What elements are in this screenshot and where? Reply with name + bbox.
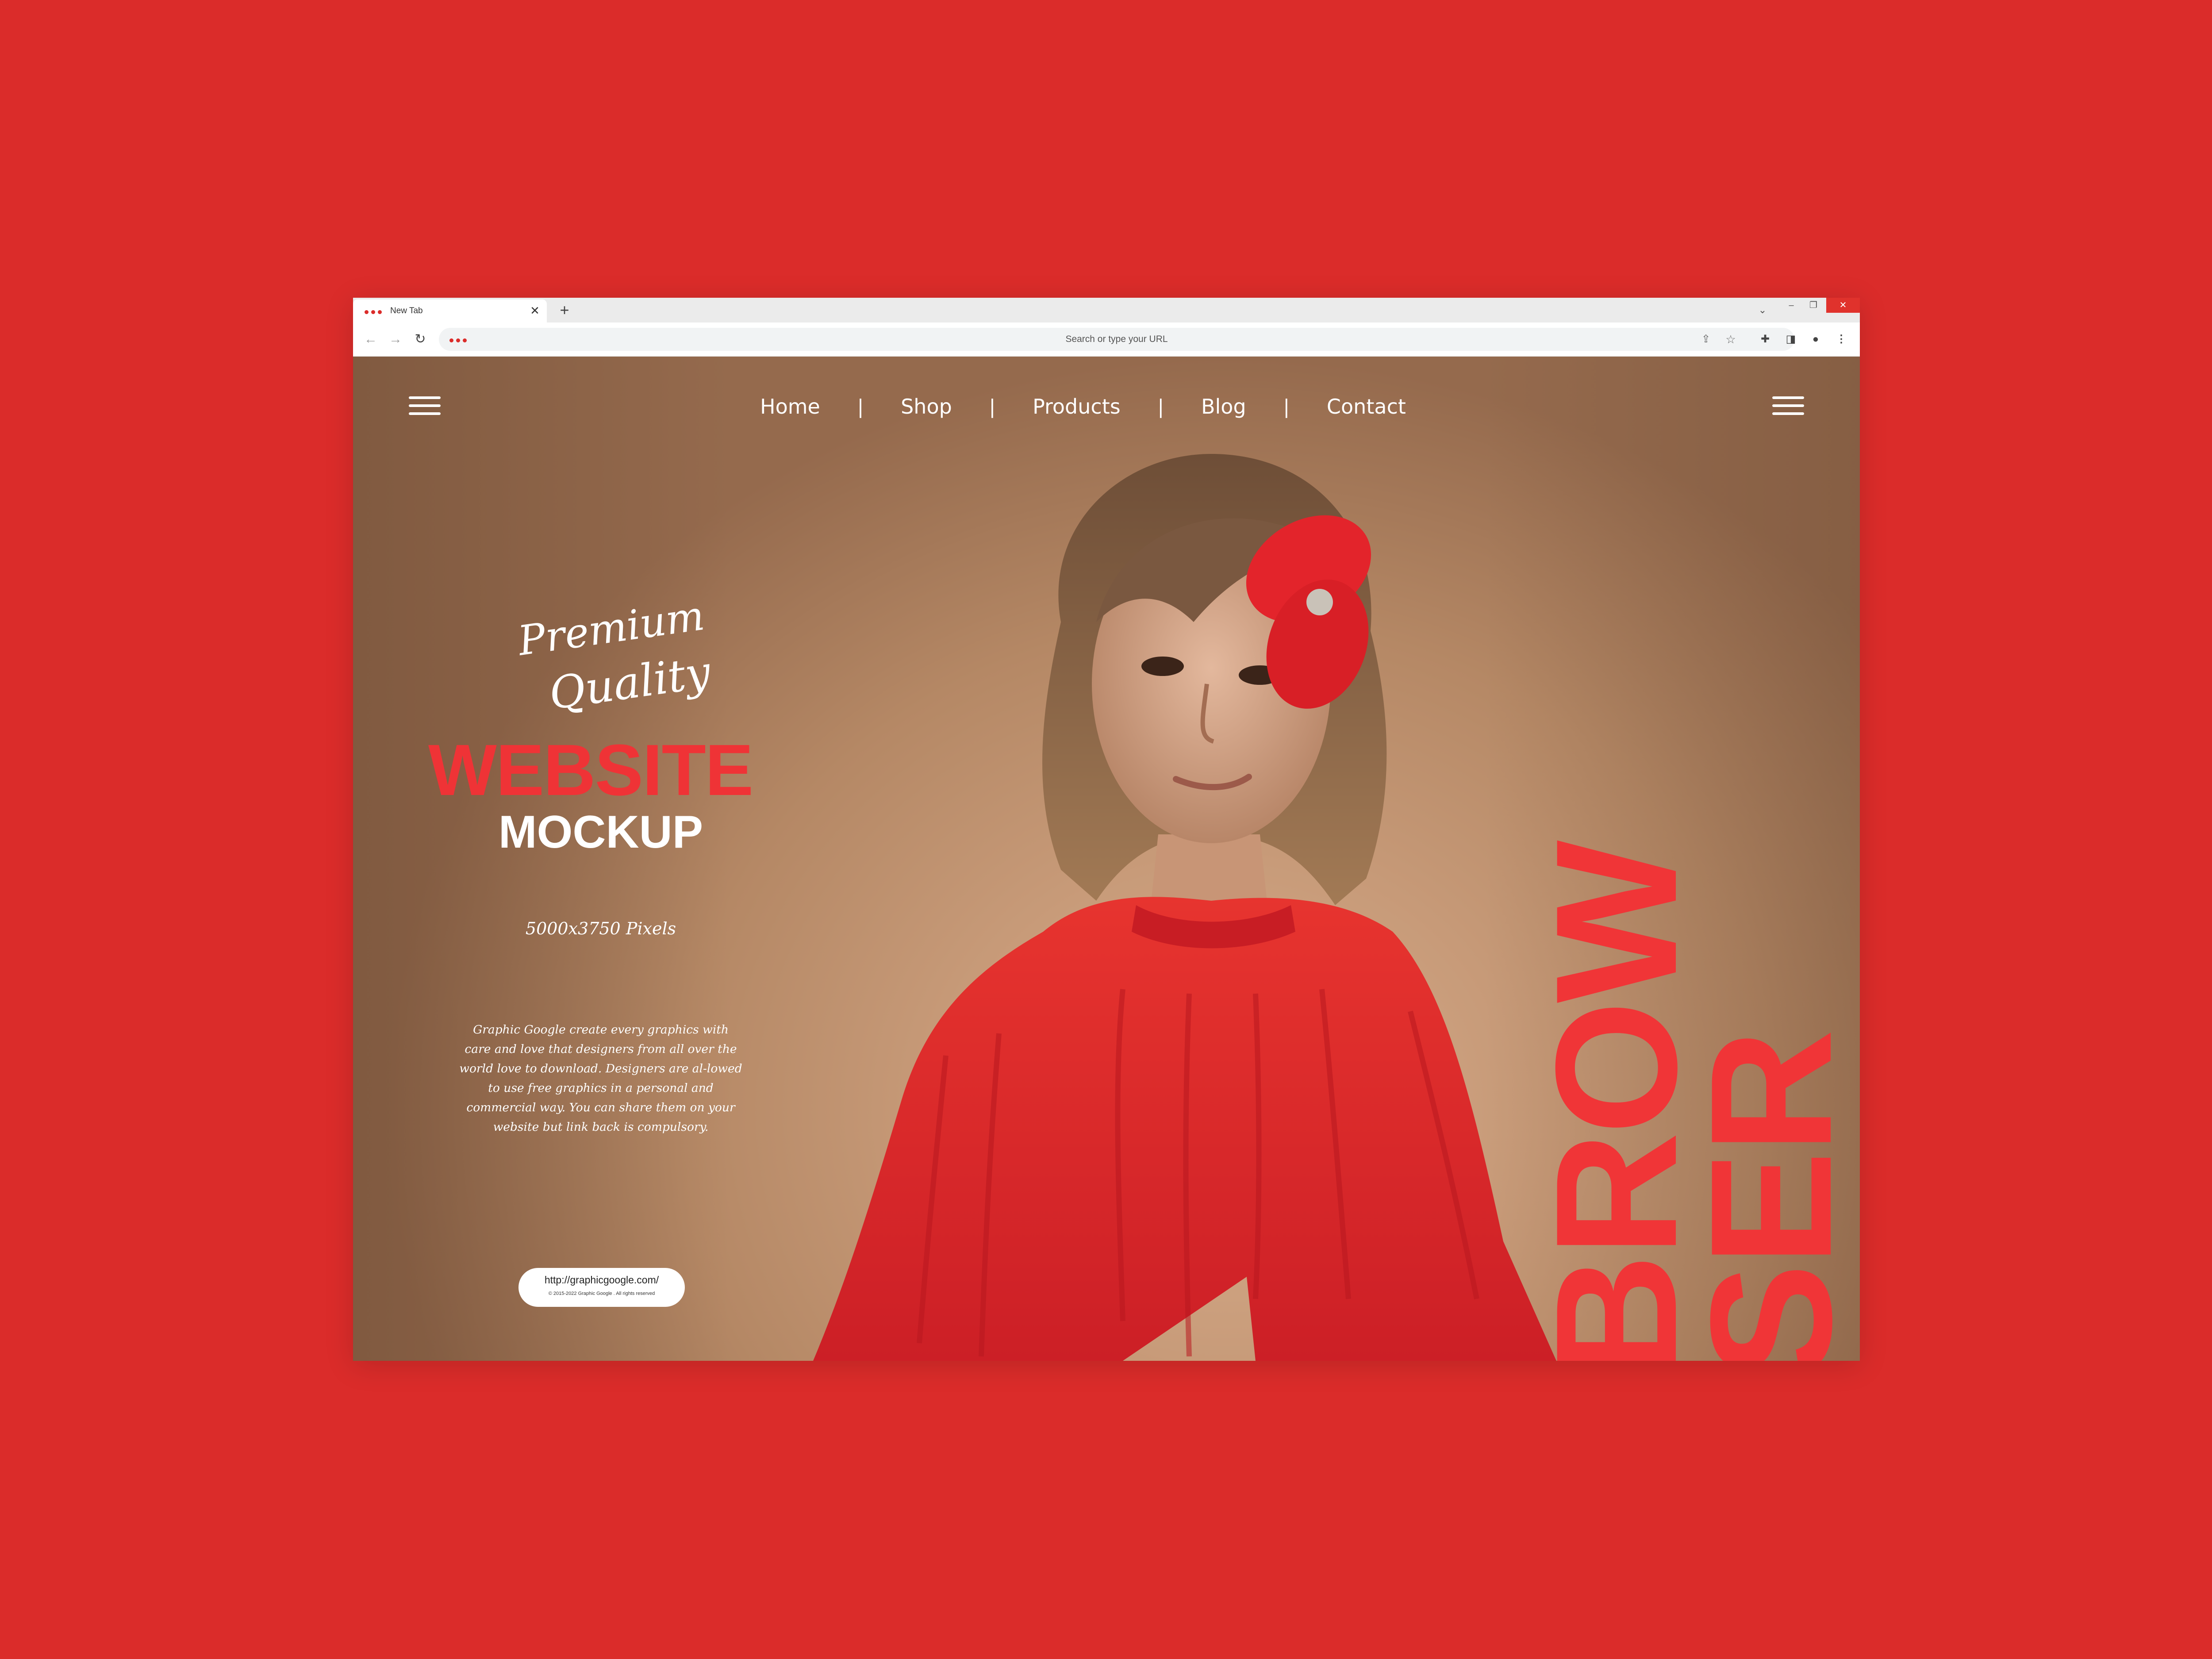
menu-icon-left[interactable]	[409, 394, 441, 418]
browser-window: New Tab ✕ + ⌄ – ❐ ✕ ← → ↻ Search or type…	[353, 298, 1860, 1361]
share-icon[interactable]: ⇪	[1699, 332, 1713, 346]
forward-icon[interactable]: →	[387, 330, 404, 348]
back-icon[interactable]: ←	[362, 330, 380, 348]
minimize-button[interactable]: –	[1780, 298, 1802, 313]
side-panel-icon[interactable]: ◨	[1783, 331, 1799, 347]
close-window-button[interactable]: ✕	[1826, 298, 1860, 313]
maximize-button[interactable]: ❐	[1802, 298, 1824, 313]
extensions-icon[interactable]: ✚	[1757, 331, 1773, 347]
nav-separator: |	[1157, 395, 1164, 418]
tab-new-tab[interactable]: New Tab ✕	[353, 300, 547, 323]
script-tagline: Premium Quality	[514, 595, 714, 720]
copyright-text: © 2015-2022 Graphic Google . All rights …	[548, 1291, 655, 1296]
kebab-menu-icon[interactable]: ⋮	[1833, 331, 1849, 347]
star-icon[interactable]: ☆	[1724, 332, 1738, 346]
tab-title: New Tab	[390, 306, 423, 315]
web-page: Home | Shop | Products | Blog | Contact …	[353, 357, 1860, 1361]
link-url[interactable]: http://graphicgoogle.com/	[518, 1273, 685, 1286]
vertical-word-ser: SER	[1674, 1032, 1860, 1361]
nav-home[interactable]: Home	[760, 395, 820, 419]
tab-strip: New Tab ✕ + ⌄ – ❐ ✕	[353, 298, 1860, 323]
reload-icon[interactable]: ↻	[411, 330, 429, 348]
link-pill-button[interactable]: http://graphicgoogle.com/ © 2015-2022 Gr…	[518, 1268, 685, 1307]
nav-shop[interactable]: Shop	[901, 395, 952, 419]
tab-close-icon[interactable]: ✕	[529, 304, 541, 317]
tab-search-icon[interactable]: ⌄	[1756, 304, 1769, 316]
address-placeholder: Search or type your URL	[1065, 334, 1168, 344]
nav-separator: |	[1283, 395, 1290, 418]
heading-website: WEBSITE	[428, 730, 753, 810]
nav-products[interactable]: Products	[1033, 395, 1121, 419]
nav-separator: |	[857, 395, 864, 418]
main-nav: Home | Shop | Products | Blog | Contact	[760, 391, 1406, 422]
profile-icon[interactable]: ●	[1808, 331, 1824, 347]
nav-contact[interactable]: Contact	[1327, 395, 1406, 419]
nav-separator: |	[989, 395, 996, 418]
address-bar[interactable]: Search or type your URL ⇪ ☆	[439, 328, 1794, 351]
nav-blog[interactable]: Blog	[1201, 395, 1246, 419]
heading-mockup: MOCKUP	[498, 806, 703, 858]
description-text: Graphic Google create every graphics wit…	[459, 1023, 742, 1134]
dimensions-text: 5000x3750 Pixels	[525, 919, 676, 938]
vertical-word-brow: BROW	[1520, 843, 1713, 1361]
browser-toolbar: ← → ↻ Search or type your URL ⇪ ☆ ✚ ◨ ● …	[353, 323, 1860, 357]
new-tab-button[interactable]: +	[557, 301, 572, 319]
favicon-dots-icon	[365, 308, 384, 315]
menu-icon-right[interactable]	[1772, 394, 1804, 418]
